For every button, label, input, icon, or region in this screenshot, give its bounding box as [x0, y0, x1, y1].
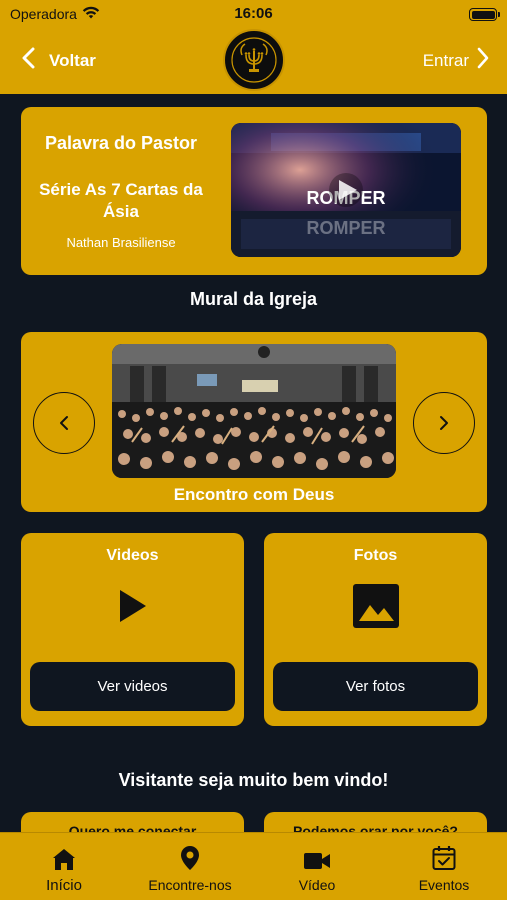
photos-card: Fotos Ver fotos [264, 533, 487, 726]
battery-icon [469, 8, 500, 21]
top-bar: Operadora 16:06 Voltar Entrar [0, 0, 507, 94]
video-camera-icon [282, 843, 352, 871]
carousel-previous-button[interactable] [33, 392, 95, 454]
tab-video[interactable]: Vídeo [282, 843, 352, 893]
sermon-series-title: Série As 7 Cartas da Ásia [39, 180, 203, 221]
carousel-next-button[interactable] [413, 392, 475, 454]
preacher-name: Nathan Brasiliense [66, 235, 176, 250]
location-pin-icon [135, 843, 245, 871]
sermon-video-thumbnail[interactable]: ROMPER ROMPER [231, 123, 461, 257]
tab-events[interactable]: Eventos [408, 843, 480, 893]
calendar-check-icon [408, 843, 480, 871]
tab-home[interactable]: Início [28, 843, 100, 894]
mural-caption: Encontro com Deus [173, 485, 335, 504]
church-logo [223, 29, 285, 91]
login-button[interactable]: Entrar [423, 47, 489, 74]
tab-video-label: Vídeo [298, 877, 336, 893]
back-label: Voltar [49, 50, 96, 70]
mural-photo[interactable] [112, 344, 396, 478]
home-icon [28, 843, 100, 871]
chevron-left-icon [60, 416, 68, 430]
view-videos-button[interactable]: Ver videos [30, 662, 235, 711]
pastor-section-title: Palavra do Pastor [44, 133, 198, 153]
welcome-title: Visitante seja muito bem vindo! [118, 770, 389, 790]
chevron-left-icon [22, 47, 35, 74]
photos-title: Fotos [353, 547, 398, 564]
tab-find-us[interactable]: Encontre-nos [135, 843, 245, 893]
tab-bar: Início Encontre-nos Vídeo Eventos [0, 832, 507, 900]
view-photos-button[interactable]: Ver fotos [273, 662, 478, 711]
videos-card: Videos Ver videos [21, 533, 244, 726]
back-button[interactable]: Voltar [22, 47, 96, 74]
video-overlay-reflection: ROMPER [306, 218, 385, 238]
tab-home-label: Início [46, 877, 82, 894]
status-time: 16:06 [234, 5, 273, 22]
login-label: Entrar [422, 50, 469, 70]
image-icon [351, 581, 401, 631]
tab-find-us-label: Encontre-nos [148, 877, 232, 893]
chevron-right-icon [477, 47, 489, 74]
chevron-right-icon [440, 416, 448, 430]
mural-title: Mural da Igreja [189, 289, 318, 309]
status-bar: Operadora 16:06 [0, 0, 507, 28]
play-icon [108, 581, 158, 631]
videos-title: Videos [106, 547, 159, 564]
navigation-bar: Voltar Entrar [0, 28, 507, 92]
mural-carousel: Encontro com Deus [21, 332, 487, 512]
tab-events-label: Eventos [418, 877, 470, 893]
pastor-card[interactable]: Palavra do Pastor Série As 7 Cartas da Á… [21, 107, 487, 275]
